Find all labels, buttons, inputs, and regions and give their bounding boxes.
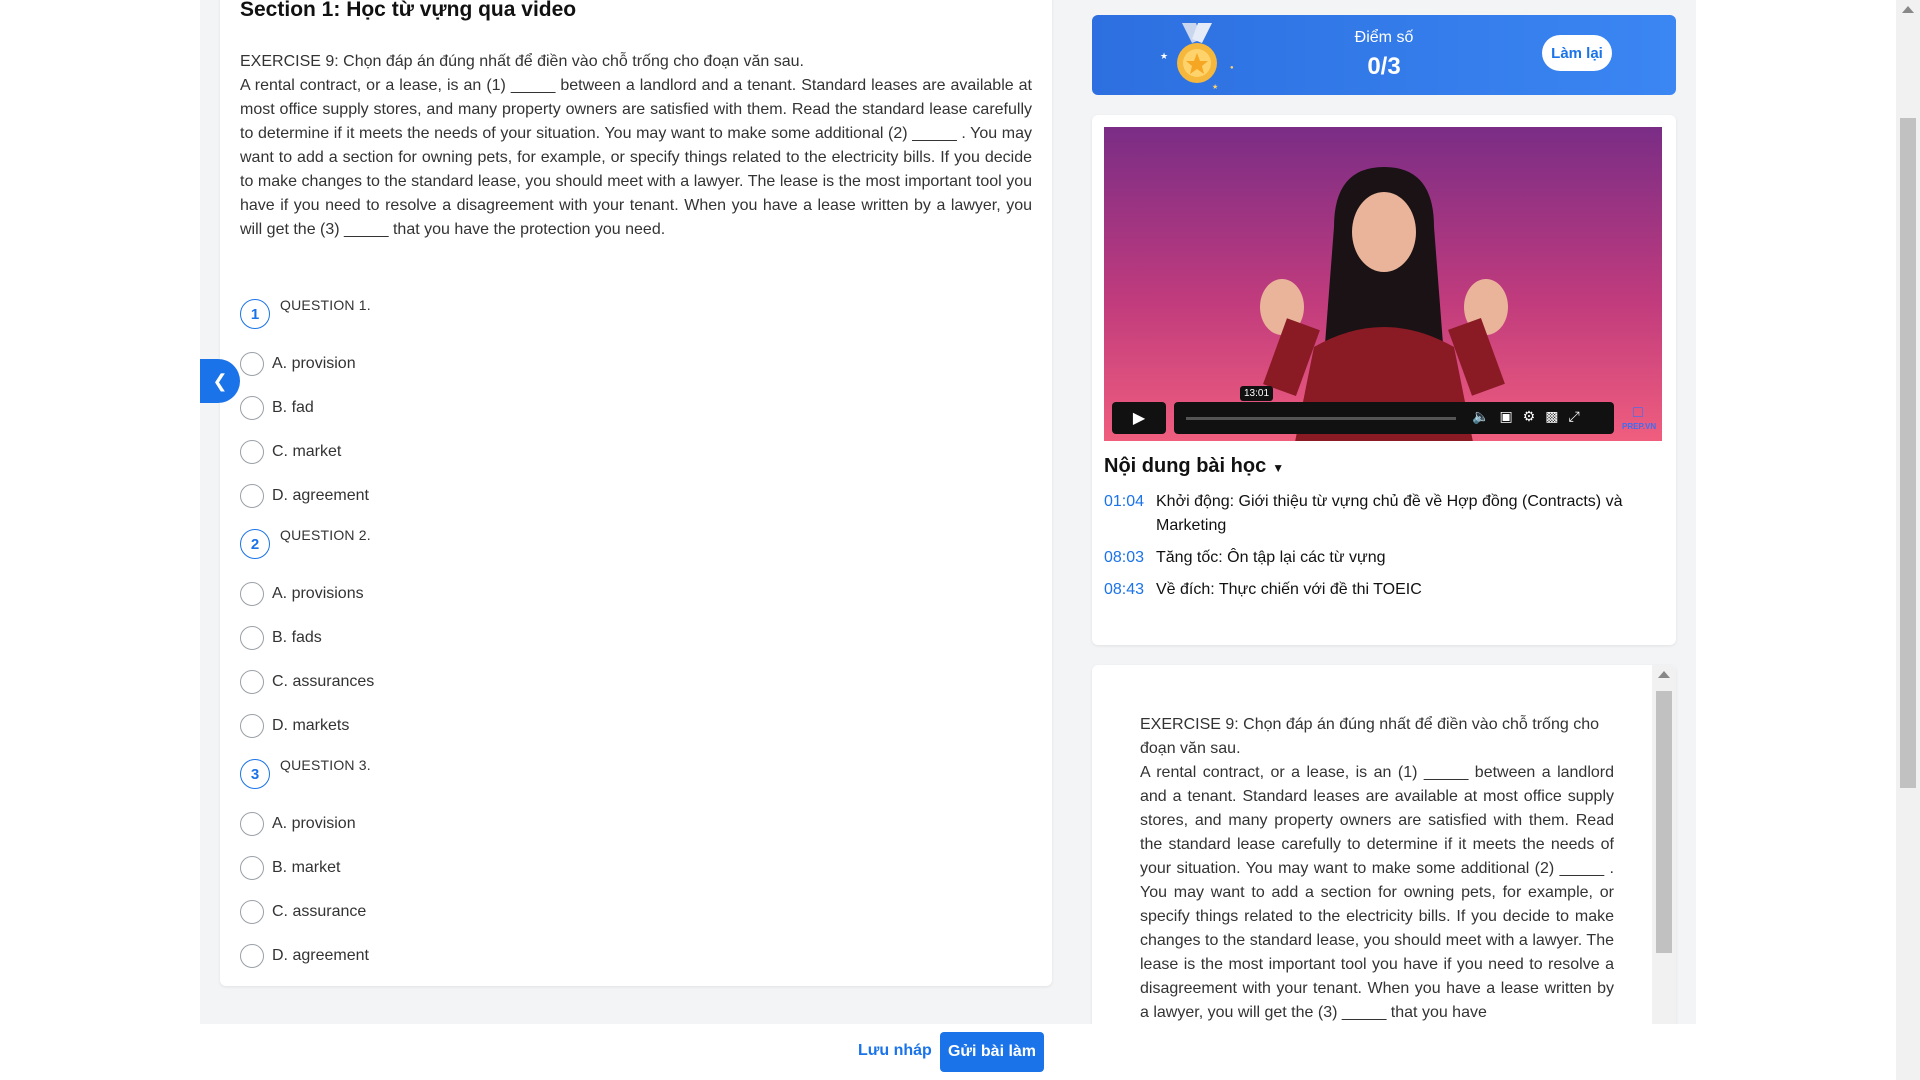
option-label: D. agreement	[272, 947, 369, 964]
question-number-badge: 2	[240, 529, 270, 559]
chapter-title: Khởi động: Giới thiệu từ vựng chủ đề về …	[1156, 493, 1623, 534]
option-label: A. provision	[272, 815, 356, 832]
option-label: B. fad	[272, 399, 314, 416]
video-player[interactable]: ▶ 13:01 🔈 ▣ ⚙ ▩ ⤢ □ PREP.VN	[1104, 127, 1662, 441]
progress-bar[interactable]	[1186, 417, 1456, 420]
presenter-image	[1260, 167, 1508, 441]
question-label: QUESTION 2.	[280, 527, 371, 543]
option-label: B. market	[272, 859, 341, 876]
submit-button[interactable]: Gửi bài làm	[940, 1032, 1044, 1072]
exercise-heading: EXERCISE 9: Chọn đáp án đúng nhất để điề…	[240, 53, 804, 70]
reading-heading: EXERCISE 9: Chọn đáp án đúng nhất để điề…	[1140, 716, 1599, 757]
radio-button[interactable]	[240, 626, 264, 650]
scroll-up-icon[interactable]	[1658, 671, 1670, 678]
chapter-time[interactable]: 08:03	[1104, 546, 1156, 570]
option-label: A. provision	[272, 355, 356, 372]
option-3b[interactable]: B. market	[240, 846, 740, 890]
timestamp-tooltip: 13:01	[1240, 386, 1274, 401]
option-2c[interactable]: C. assurances	[240, 660, 740, 704]
exercise-text: EXERCISE 9: Chọn đáp án đúng nhất để điề…	[240, 50, 1032, 242]
caret-down-icon: ▼	[1272, 461, 1285, 475]
fullscreen-icon[interactable]: ⤢	[1568, 408, 1579, 425]
play-icon: ▶	[1132, 410, 1146, 427]
option-label: A. provisions	[272, 585, 364, 602]
captions-icon[interactable]: ▣	[1499, 408, 1512, 425]
radio-button[interactable]	[240, 396, 264, 420]
option-label: C. assurances	[272, 673, 375, 690]
retry-button[interactable]: Làm lại	[1542, 35, 1612, 71]
option-2b[interactable]: B. fads	[240, 616, 740, 660]
video-card: ▶ 13:01 🔈 ▣ ⚙ ▩ ⤢ □ PREP.VN Nội dung bài…	[1092, 115, 1676, 645]
radio-button[interactable]	[240, 484, 264, 508]
radio-button[interactable]	[240, 812, 264, 836]
chapter-item[interactable]: 01:04 Khởi động: Giới thiệu từ vựng chủ …	[1104, 490, 1664, 538]
radio-button[interactable]	[240, 900, 264, 924]
scrollbar-thumb[interactable]	[1900, 118, 1916, 788]
radio-button[interactable]	[240, 944, 264, 968]
control-bar: 13:01 🔈 ▣ ⚙ ▩ ⤢	[1174, 386, 1614, 434]
option-1d[interactable]: D. agreement	[240, 474, 740, 518]
chapter-time[interactable]: 01:04	[1104, 490, 1156, 538]
reading-panel: EXERCISE 9: Chọn đáp án đúng nhất để điề…	[1092, 665, 1676, 1050]
option-label: C. market	[272, 443, 342, 460]
play-button[interactable]: ▶	[1112, 402, 1166, 434]
option-1b[interactable]: B. fad	[240, 386, 740, 430]
option-2a[interactable]: A. provisions	[240, 572, 740, 616]
chapter-time[interactable]: 08:43	[1104, 578, 1156, 602]
option-3a[interactable]: A. provision	[240, 802, 740, 846]
question-number-badge: 1	[240, 299, 270, 329]
scroll-up-icon[interactable]	[1902, 6, 1914, 13]
chapter-item[interactable]: 08:43 Về đích: Thực chiến với đề thi TOE…	[1104, 578, 1664, 602]
chapter-title: Về đích: Thực chiến với đề thi TOEIC	[1156, 581, 1422, 598]
pip-icon[interactable]: ▩	[1545, 408, 1558, 425]
video-controls: ▶ 13:01 🔈 ▣ ⚙ ▩ ⤢ □ PREP.VN	[1112, 386, 1657, 434]
question-2: 2 QUESTION 2. A. provisions B. fads C. a…	[240, 524, 740, 748]
option-3d[interactable]: D. agreement	[240, 934, 740, 978]
radio-button[interactable]	[240, 352, 264, 376]
brand-logo: □ PREP.VN	[1622, 404, 1657, 431]
lesson-contents-toggle[interactable]: Nội dung bài học ▼	[1104, 455, 1284, 478]
settings-icon[interactable]: ⚙	[1523, 408, 1536, 425]
score-banner: ★ ● ★ Điểm số 0/3 Làm lại	[1092, 15, 1676, 95]
chevron-left-icon: ❮	[212, 370, 228, 391]
radio-button[interactable]	[240, 440, 264, 464]
option-1c[interactable]: C. market	[240, 430, 740, 474]
exercise-passage: A rental contract, or a lease, is an (1)…	[240, 77, 1032, 238]
question-3: 3 QUESTION 3. A. provision B. market C. …	[240, 754, 740, 978]
chapter-item[interactable]: 08:03 Tăng tốc: Ôn tập lại các từ vựng	[1104, 546, 1664, 570]
question-number-badge: 3	[240, 759, 270, 789]
option-label: D. agreement	[272, 487, 369, 504]
save-draft-link[interactable]: Lưu nháp	[858, 1042, 932, 1060]
option-2d[interactable]: D. markets	[240, 704, 740, 748]
question-label: QUESTION 1.	[280, 297, 371, 313]
reading-scrollbar[interactable]	[1652, 665, 1676, 1050]
section-title: Section 1: Học từ vựng qua video	[240, 0, 577, 21]
volume-icon[interactable]: 🔈	[1472, 408, 1489, 425]
question-label: QUESTION 3.	[280, 757, 371, 773]
svg-text:★: ★	[1212, 83, 1218, 91]
page-scrollbar[interactable]	[1896, 0, 1920, 1080]
option-label: B. fads	[272, 629, 322, 646]
radio-button[interactable]	[240, 670, 264, 694]
reading-passage: A rental contract, or a lease, is an (1)…	[1140, 764, 1614, 1021]
question-1: 1 QUESTION 1. A. provision B. fad C. mar…	[240, 294, 740, 518]
radio-button[interactable]	[240, 582, 264, 606]
chapter-title: Tăng tốc: Ôn tập lại các từ vựng	[1156, 549, 1386, 566]
option-label: C. assurance	[272, 903, 367, 920]
radio-button[interactable]	[240, 856, 264, 880]
reading-text: EXERCISE 9: Chọn đáp án đúng nhất để điề…	[1140, 713, 1614, 1025]
option-label: D. markets	[272, 717, 350, 734]
scrollbar-thumb[interactable]	[1656, 691, 1672, 953]
option-3c[interactable]: C. assurance	[240, 890, 740, 934]
brand-text: PREP.VN	[1622, 422, 1657, 431]
option-1a[interactable]: A. provision	[240, 342, 740, 386]
lesson-contents-title: Nội dung bài học	[1104, 455, 1267, 477]
radio-button[interactable]	[240, 714, 264, 738]
